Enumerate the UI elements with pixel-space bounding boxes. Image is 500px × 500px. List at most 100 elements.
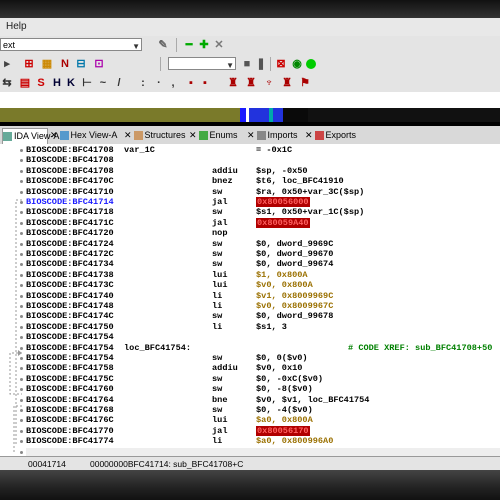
listing-line[interactable]: BIOSCODE:BFC41740 li $v1, 0x8009969C bbox=[20, 291, 500, 301]
listing-line[interactable]: BIOSCODE:BFC41724 sw $0, dword_9969C bbox=[20, 239, 500, 249]
breakpoint-dot[interactable] bbox=[20, 377, 23, 381]
breakpoint-dot[interactable] bbox=[20, 149, 23, 152]
breakpoint-dot[interactable] bbox=[20, 273, 23, 277]
listing-line[interactable]: BIOSCODE:BFC41708 var_1C = -0x1C bbox=[20, 145, 500, 155]
listing-line[interactable]: BIOSCODE:BFC41718 sw $s1, 0x50+var_1C($sp) bbox=[20, 207, 500, 217]
line-operand[interactable]: $a0, 0x800996A0 bbox=[256, 436, 333, 446]
line-operand[interactable]: $v0, 0x10 bbox=[256, 363, 302, 373]
person-icon[interactable]: ♜ bbox=[280, 76, 294, 90]
listing-line[interactable]: BIOSCODE:BFC41708 bbox=[20, 155, 500, 165]
enum-icon[interactable]: ⊡ bbox=[92, 57, 106, 71]
tab-exports[interactable]: ✕ Exports bbox=[305, 128, 356, 143]
breakpoint-dot[interactable] bbox=[20, 429, 23, 433]
line-operand[interactable]: 0x80056170 bbox=[256, 425, 310, 436]
listing-line[interactable]: BIOSCODE:BFC41768 sw $0, -4($v0) bbox=[20, 405, 500, 415]
line-operand[interactable]: $0, -4($v0) bbox=[256, 405, 313, 415]
breakpoint-dot[interactable] bbox=[20, 253, 23, 256]
segment-combo[interactable]: ext ▼ bbox=[0, 38, 142, 51]
pause-icon[interactable]: ❚ bbox=[254, 57, 268, 71]
breakpoint-icon[interactable]: ⊠ bbox=[274, 57, 288, 71]
comma-icon[interactable]: , bbox=[166, 76, 180, 90]
close-icon[interactable]: ✕ bbox=[189, 130, 197, 140]
line-operand[interactable]: $1, 0x800A bbox=[256, 270, 308, 280]
listing-line[interactable]: BIOSCODE:BFC4170C bnez $t6, loc_BFC41910 bbox=[20, 176, 500, 186]
listing-line[interactable]: BIOSCODE:BFC41774 li $a0, 0x800996A0 bbox=[20, 436, 500, 446]
K-icon[interactable]: K bbox=[64, 76, 78, 90]
line-operand[interactable]: $0, -8($v0) bbox=[256, 384, 313, 394]
line-label[interactable]: var_1C bbox=[124, 145, 155, 155]
tab-imports[interactable]: ✕ Imports bbox=[247, 128, 298, 143]
listing-line[interactable]: BIOSCODE:BFC41758 addiu $v0, 0x10 bbox=[20, 363, 500, 373]
hex-icon[interactable]: ▦ bbox=[40, 57, 54, 71]
listing-line[interactable]: BIOSCODE:BFC41720 nop bbox=[20, 228, 500, 238]
code-icon[interactable]: ▤ bbox=[18, 76, 32, 90]
call-target-highlight[interactable]: 0x80059A40 bbox=[256, 217, 310, 228]
listing-line[interactable]: BIOSCODE:BFC41760 sw $0, -8($v0) bbox=[20, 384, 500, 394]
line-operand[interactable]: $0, dword_99674 bbox=[256, 259, 333, 269]
breakpoint-dot[interactable] bbox=[20, 305, 23, 308]
line-operand[interactable]: $t6, loc_BFC41910 bbox=[256, 176, 344, 186]
listing-line[interactable]: BIOSCODE:BFC41710 sw $ra, 0x50+var_3C($sp) bbox=[20, 187, 500, 197]
breakpoint-dot[interactable] bbox=[20, 357, 23, 360]
function-combo[interactable]: ▼ bbox=[168, 57, 236, 70]
str-icon[interactable]: ▪ bbox=[198, 76, 212, 90]
breakpoint-dot[interactable] bbox=[20, 450, 23, 454]
breakpoint-dot[interactable] bbox=[20, 201, 23, 204]
line-label[interactable]: loc_BFC41754: bbox=[124, 343, 191, 353]
line-operand[interactable]: $v1, 0x8009969C bbox=[256, 291, 333, 301]
arrows-icon[interactable]: ⇆ bbox=[0, 76, 14, 90]
S-icon[interactable]: S bbox=[34, 76, 48, 90]
listing-line[interactable]: BIOSCODE:BFC41734 sw $0, dword_99674 bbox=[20, 259, 500, 269]
breakpoint-dot[interactable] bbox=[20, 398, 23, 402]
breakpoint-dot[interactable] bbox=[20, 242, 23, 246]
plus-icon[interactable]: ✚ bbox=[197, 38, 211, 52]
listing-line[interactable]: BIOSCODE:BFC4172C sw $0, dword_99670 bbox=[20, 249, 500, 259]
close-icon[interactable]: ✕ bbox=[247, 130, 255, 140]
close-icon[interactable]: ✕ bbox=[305, 130, 313, 140]
line-operand[interactable]: $v0, $v1, loc_BFC41754 bbox=[256, 395, 369, 405]
listing-line[interactable]: BIOSCODE:BFC4176C lui $a0, 0x800A bbox=[20, 415, 500, 425]
line-operand[interactable]: $v0, 0x8009967C bbox=[256, 301, 333, 311]
call-target-highlight[interactable]: 0x80056170 bbox=[256, 425, 310, 436]
listing-line[interactable]: BIOSCODE:BFC41754 loc_BFC41754: # CODE XRE… bbox=[20, 343, 500, 353]
line-operand[interactable]: $v0, 0x800A bbox=[256, 280, 313, 290]
line-operand[interactable]: $sp, -0x50 bbox=[256, 166, 308, 176]
line-operand[interactable]: 0x80059A40 bbox=[256, 217, 310, 228]
line-operand[interactable]: $ra, 0x50+var_3C($sp) bbox=[256, 187, 364, 197]
italic-icon[interactable]: / bbox=[112, 76, 126, 90]
line-operand[interactable]: $s1, 3 bbox=[256, 322, 287, 332]
tilde-icon[interactable]: ~ bbox=[96, 76, 110, 90]
listing-line[interactable]: BIOSCODE:BFC41770 jal 0x80056170 bbox=[20, 425, 500, 436]
listing-line[interactable]: BIOSCODE:BFC41754 sw $0, 0($v0) bbox=[20, 353, 500, 363]
listing-line[interactable]: BIOSCODE:BFC41750 li $s1, 3 bbox=[20, 322, 500, 332]
listing-line[interactable]: BIOSCODE:BFC4175C sw $0, -0xC($v0) bbox=[20, 374, 500, 384]
line-operand[interactable]: $0, dword_99670 bbox=[256, 249, 333, 259]
breakpoint-dot[interactable] bbox=[20, 409, 23, 412]
line-operand[interactable]: $a0, 0x800A bbox=[256, 415, 313, 425]
close-icon[interactable]: ✕ bbox=[212, 38, 226, 52]
line-operand[interactable]: = -0x1C bbox=[256, 145, 292, 155]
person-icon[interactable]: ♜ bbox=[244, 76, 258, 90]
H-icon[interactable]: H bbox=[50, 76, 64, 90]
struct-icon[interactable]: ⊟ bbox=[74, 57, 88, 71]
char-icon[interactable]: ▪ bbox=[184, 76, 198, 90]
menu-help[interactable]: Help bbox=[6, 21, 27, 32]
horizontal-scrollbar[interactable] bbox=[26, 448, 500, 456]
tab-structures[interactable]: ✕ Structures bbox=[124, 128, 186, 143]
listing-line[interactable]: BIOSCODE:BFC41714 jal 0x80056000 bbox=[20, 197, 500, 207]
breakpoint-dot[interactable] bbox=[20, 294, 23, 298]
breakpoint-dot[interactable] bbox=[20, 169, 23, 173]
navigation-bar[interactable] bbox=[0, 108, 500, 122]
listing-line[interactable]: BIOSCODE:BFC41708 addiu $sp, -0x50 bbox=[20, 166, 500, 176]
pointer-icon[interactable]: ▸ bbox=[0, 57, 14, 71]
line-operand[interactable]: $s1, 0x50+var_1C($sp) bbox=[256, 207, 364, 217]
listing-line[interactable]: BIOSCODE:BFC4173C lui $v0, 0x800A bbox=[20, 280, 500, 290]
line-operand[interactable]: $0, dword_9969C bbox=[256, 239, 333, 249]
breakpoint-dot[interactable] bbox=[20, 190, 23, 194]
stop-icon[interactable]: ■ bbox=[240, 57, 254, 71]
line-operand[interactable]: 0x80056000 bbox=[256, 197, 310, 207]
listing-line[interactable]: BIOSCODE:BFC41764 bne $v0, $v1, loc_BFC417… bbox=[20, 395, 500, 405]
debug-icon[interactable]: ◉ bbox=[290, 57, 304, 71]
listing-line[interactable]: BIOSCODE:BFC41754 bbox=[20, 332, 500, 342]
dot-icon[interactable]: · bbox=[152, 76, 166, 90]
